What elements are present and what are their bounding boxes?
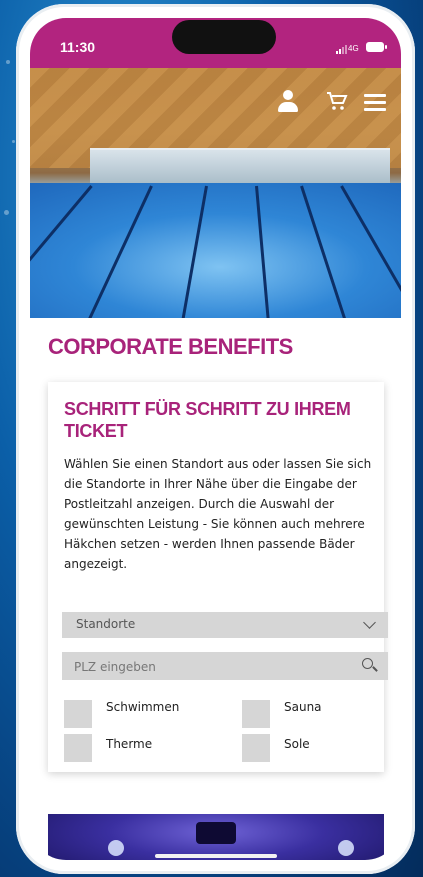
checkbox-label-sauna: Sauna [284,700,322,714]
background-bubble [12,140,15,143]
phone-screen: 11:30 4G CORPORATE BENEFITS SCHRITT FÜR … [30,18,401,860]
venue-arch [196,822,236,844]
location-select-label: Standorte [76,617,136,631]
checkbox-label-therme: Therme [106,737,153,751]
hero-image-pool [30,68,401,318]
ticket-finder-card: SCHRITT FÜR SCHRITT ZU IHREM TICKET Wähl… [48,382,388,772]
hero-water [30,183,401,318]
background-bubble [6,60,10,64]
venue-light [108,840,124,856]
status-bar: 11:30 4G [30,18,401,68]
status-time: 11:30 [60,39,96,55]
phone-frame: 11:30 4G CORPORATE BENEFITS SCHRITT FÜR … [16,4,415,874]
card-title: SCHRITT FÜR SCHRITT ZU IHREM TICKET [64,399,351,441]
hero-glass-front [90,148,390,184]
network-label: 4G [348,44,359,53]
cart-icon[interactable] [326,90,348,112]
camera-notch [172,20,276,54]
page-title: CORPORATE BENEFITS [48,334,293,359]
zip-search-field[interactable] [62,652,388,680]
location-select[interactable]: Standorte [62,612,388,638]
venue-light [338,840,354,856]
search-icon[interactable] [362,658,378,674]
card-description: Wählen Sie einen Standort aus oder lasse… [64,457,372,571]
user-icon[interactable] [278,90,298,114]
battery-icon [366,42,387,52]
checkbox-therme[interactable] [64,734,92,762]
checkbox-schwimmen[interactable] [64,700,92,728]
checkbox-label-schwimmen: Schwimmen [106,700,180,714]
background-bubble [4,210,9,215]
checkbox-sauna[interactable] [242,700,270,728]
signal-icon [336,44,348,54]
chevron-down-icon [363,616,376,629]
hamburger-menu-icon[interactable] [364,94,386,111]
checkbox-label-sole: Sole [284,737,310,751]
zip-input[interactable] [72,656,346,678]
checkbox-sole[interactable] [242,734,270,762]
home-indicator[interactable] [155,854,277,858]
